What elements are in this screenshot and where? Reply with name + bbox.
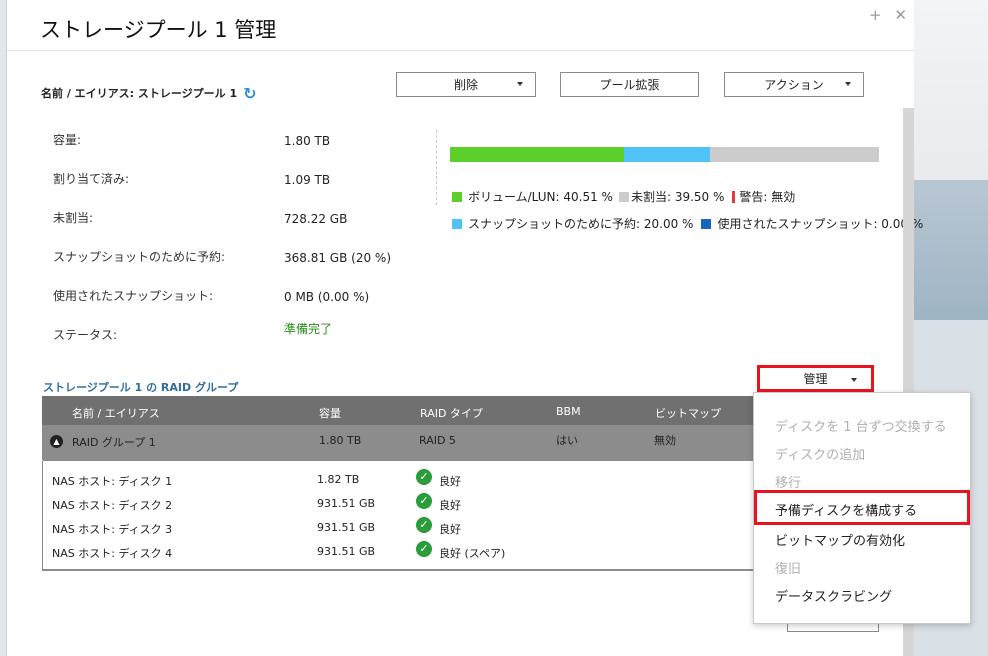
action-button[interactable]: アクション xyxy=(724,72,864,97)
menu-item-configure-spare[interactable]: 予備ディスクを構成する xyxy=(775,500,917,519)
disk-status: 良好 xyxy=(439,499,461,512)
table-row[interactable]: NAS ホスト: ディスク 4 931.51 GB ✓ 良好 (スペア) xyxy=(42,540,763,564)
usage-bar-volume xyxy=(450,147,624,162)
raid-group-bbm: はい xyxy=(556,434,578,447)
manage-button-label: 管理 xyxy=(803,372,828,386)
expand-pool-button-label: プール拡張 xyxy=(599,78,660,92)
snapshot-reserved-label: スナップショットのために予約: xyxy=(53,250,226,264)
unallocated-legend-swatch xyxy=(618,191,629,202)
disk-capacity: 931.51 GB xyxy=(317,497,376,510)
expand-pointer xyxy=(29,452,43,461)
menu-item-data-scrubbing[interactable]: データスクラビング xyxy=(775,586,892,605)
delete-button[interactable]: 削除 xyxy=(396,72,536,97)
legend-unallocated: 未割当: 39.50 % xyxy=(630,190,725,204)
usage-bar xyxy=(450,147,879,162)
chevron-down-icon xyxy=(851,378,857,382)
warning-legend-swatch xyxy=(732,190,736,203)
pool-name-label: 名前 / エイリアス: ストレージプール 1 xyxy=(41,87,238,100)
dialog-title: ストレージプール 1 管理 xyxy=(40,18,277,42)
snapshot-used-legend-swatch xyxy=(701,218,712,229)
status-value: 準備完了 xyxy=(284,322,333,336)
window-controls[interactable]: + ✕ xyxy=(869,6,911,24)
legend-snapshot-reserved: スナップショットのために予約: 20.00 % xyxy=(468,217,694,231)
menu-item-replace-disks[interactable]: ディスクを 1 台ずつ交換する xyxy=(775,416,947,435)
raid-group-type: RAID 5 xyxy=(419,434,456,447)
raid-group-bitmap: 無効 xyxy=(654,434,676,447)
allocated-value: 1.09 TB xyxy=(284,173,331,187)
column-header-capacity[interactable]: 容量 xyxy=(319,405,341,421)
legend-row-1: ボリューム/LUN: 40.51 % 未割当: 39.50 % 警告: 無効 xyxy=(452,188,795,205)
disk-status: 良好 xyxy=(439,523,461,536)
table-row[interactable]: NAS ホスト: ディスク 3 931.51 GB ✓ 良好 xyxy=(42,516,763,540)
disk-capacity: 931.51 GB xyxy=(317,521,376,534)
table-row[interactable]: NAS ホスト: ディスク 2 931.51 GB ✓ 良好 xyxy=(42,492,763,516)
menu-item-add-disk[interactable]: ディスクの追加 xyxy=(775,444,865,463)
expand-pool-button[interactable]: プール拡張 xyxy=(560,72,699,97)
menu-item-recover[interactable]: 復旧 xyxy=(775,558,801,577)
disk-status: 良好 xyxy=(439,475,461,488)
info-divider xyxy=(436,130,437,205)
disk-name: NAS ホスト: ディスク 4 xyxy=(52,547,173,560)
volume-legend-swatch xyxy=(452,191,462,202)
snapshot-reserved-value: 368.81 GB (20 %) xyxy=(284,251,391,265)
column-header-bbm[interactable]: BBM xyxy=(556,405,581,418)
disk-capacity: 1.82 TB xyxy=(317,473,360,486)
unallocated-value: 728.22 GB xyxy=(284,212,348,226)
delete-button-label: 削除 xyxy=(453,78,478,92)
refresh-icon[interactable]: ↻ xyxy=(243,85,256,101)
disk-name: NAS ホスト: ディスク 3 xyxy=(52,523,173,536)
chevron-down-icon xyxy=(845,82,851,86)
unallocated-label: 未割当: xyxy=(53,211,94,225)
pool-name-row: 名前 / エイリアス: ストレージプール 1 ↻ xyxy=(41,85,257,101)
raid-group-name: RAID グループ 1 xyxy=(72,436,156,449)
manage-button[interactable]: 管理 xyxy=(757,365,874,392)
disk-name: NAS ホスト: ディスク 1 xyxy=(52,475,173,488)
snapshot-reserved-legend-swatch xyxy=(452,218,462,229)
check-circle-icon: ✓ xyxy=(416,469,432,485)
manage-dropdown-menu: ディスクを 1 台ずつ交換する ディスクの追加 移行 予備ディスクを構成する ビ… xyxy=(753,392,971,624)
capacity-value: 1.80 TB xyxy=(284,134,331,148)
legend-snapshot-used: 使用されたスナップショット: 0.00 % xyxy=(717,217,924,231)
menu-item-enable-bitmap[interactable]: ビットマップの有効化 xyxy=(775,530,905,549)
usage-bar-snapshot-reserved xyxy=(623,147,710,162)
disk-capacity: 931.51 GB xyxy=(317,545,376,558)
raid-group-row[interactable]: ▲ RAID グループ 1 1.80 TB RAID 5 はい 無効 xyxy=(42,425,763,461)
check-circle-icon: ✓ xyxy=(416,493,432,509)
snapshot-used-label: 使用されたスナップショット: xyxy=(53,289,214,303)
disk-name: NAS ホスト: ディスク 2 xyxy=(52,499,173,512)
legend-warning: 警告: 無効 xyxy=(739,190,796,204)
chevron-down-icon xyxy=(517,82,523,86)
title-divider xyxy=(7,50,914,51)
legend-volume: ボリューム/LUN: 40.51 % xyxy=(468,190,613,204)
status-label: ステータス: xyxy=(53,328,118,342)
action-button-label: アクション xyxy=(764,78,824,92)
menu-item-migrate[interactable]: 移行 xyxy=(775,472,801,491)
raid-table-header: 名前 / エイリアス 容量 RAID タイプ BBM ビットマップ xyxy=(42,396,763,425)
snapshot-used-value: 0 MB (0.00 %) xyxy=(284,290,370,304)
disk-status: 良好 (スペア) xyxy=(439,547,506,560)
legend-row-2: スナップショットのために予約: 20.00 % 使用されたスナップショット: 0… xyxy=(452,215,923,232)
check-circle-icon: ✓ xyxy=(416,541,432,557)
table-row[interactable]: NAS ホスト: ディスク 1 1.82 TB ✓ 良好 xyxy=(42,468,763,492)
check-circle-icon: ✓ xyxy=(416,517,432,533)
allocated-label: 割り当て済み: xyxy=(53,172,130,186)
column-header-bitmap[interactable]: ビットマップ xyxy=(655,405,721,421)
capacity-label: 容量: xyxy=(53,133,82,147)
column-header-raid-type[interactable]: RAID タイプ xyxy=(420,405,483,421)
raid-group-capacity: 1.80 TB xyxy=(319,434,362,447)
collapse-icon[interactable]: ▲ xyxy=(50,435,63,448)
column-header-name[interactable]: 名前 / エイリアス xyxy=(72,405,160,421)
raid-section-title: ストレージプール 1 の RAID グループ xyxy=(43,381,239,394)
